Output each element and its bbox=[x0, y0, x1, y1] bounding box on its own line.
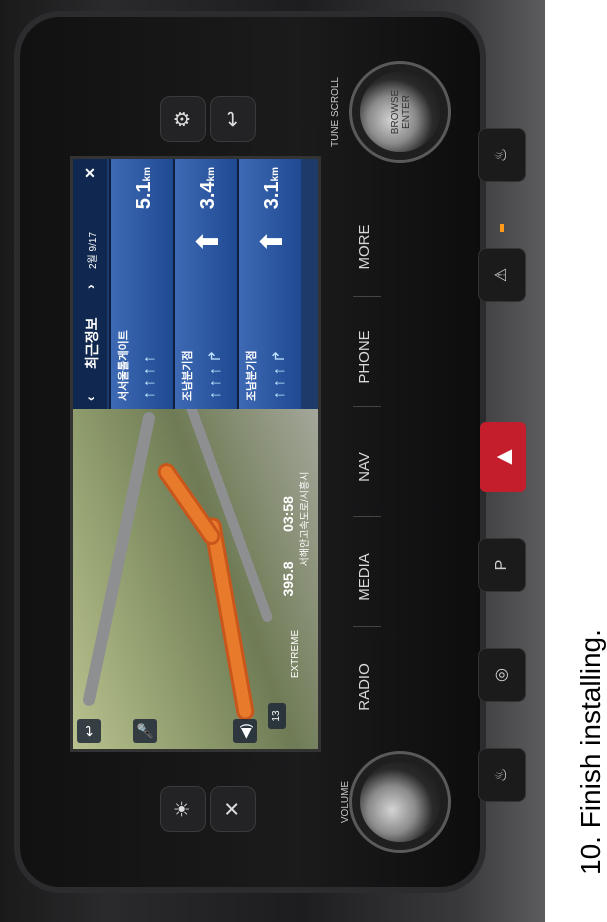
up-arrow-icon: ⬆ bbox=[192, 229, 225, 255]
volume-icon[interactable]: ◀) bbox=[233, 719, 257, 743]
nav-button[interactable]: NAV bbox=[345, 432, 385, 502]
parking-button[interactable]: P bbox=[478, 538, 526, 592]
row-distance: 3.1km bbox=[261, 167, 284, 209]
row-distance-value: 5.1 bbox=[133, 181, 155, 210]
back-arrow-icon[interactable]: ↩ bbox=[77, 719, 101, 743]
close-icon[interactable]: ✕ bbox=[82, 167, 99, 179]
remaining-distance: 395.8 bbox=[280, 561, 296, 597]
divider bbox=[353, 626, 381, 627]
row-distance: 3.4km bbox=[197, 167, 220, 209]
radio-button[interactable]: RADIO bbox=[345, 652, 385, 722]
head-unit-drawing: VOLUME TUNE SCROLL BROWSE ENTER ☀ ✕ ⚙ ↩ … bbox=[0, 0, 545, 922]
divider bbox=[353, 516, 381, 517]
mode-label: EXTREME bbox=[290, 629, 301, 679]
lane-icons: ↑↑↑↑ bbox=[141, 351, 158, 399]
head-unit-photo: VOLUME TUNE SCROLL BROWSE ENTER ☀ ✕ ⚙ ↩ … bbox=[0, 0, 545, 922]
brightness-button[interactable]: ☀ bbox=[160, 786, 206, 832]
settings-button[interactable]: ⚙ bbox=[160, 96, 206, 142]
row-distance-unit: km bbox=[142, 167, 153, 182]
route-row[interactable]: 조남분기점 ↑↑↑↱ ⬆ 3.1km bbox=[237, 159, 301, 409]
row-name: 서서울톨게이트 bbox=[118, 330, 130, 401]
next-arrow-icon[interactable]: › bbox=[82, 284, 98, 289]
mute-button[interactable]: ✕ bbox=[210, 786, 256, 832]
map-view[interactable]: 13 EXTREME 395.8 03:58 서해안고속도로/시흥시 ◀) ↩ … bbox=[73, 409, 318, 749]
tune-scroll-label: TUNE SCROLL bbox=[330, 77, 341, 148]
media-button[interactable]: MEDIA bbox=[345, 542, 385, 612]
row-name: 조남분기점 bbox=[182, 350, 194, 401]
airbag-off-button[interactable]: ⚠ bbox=[478, 248, 526, 302]
panel-title: 최근정보 bbox=[84, 317, 100, 369]
phone-button[interactable]: PHONE bbox=[345, 322, 385, 392]
seat-heat-right-button[interactable]: ♨ bbox=[478, 128, 526, 182]
divider bbox=[353, 296, 381, 297]
row-distance-unit: km bbox=[206, 167, 217, 182]
current-road-name: 서해안고속도로/시흥시 bbox=[300, 471, 311, 567]
route-info-panel: ‹ 최근정보 › 2월 9/17 ✕ 서서울톨게이트 ↑↑↑↑ 5.1km 조남… bbox=[73, 159, 318, 409]
row-distance: 5.1km bbox=[133, 167, 156, 209]
prev-arrow-icon[interactable]: ‹ bbox=[82, 396, 98, 401]
browse-enter-label: BROWSE ENTER bbox=[390, 89, 412, 135]
row-distance-value: 3.1 bbox=[261, 181, 283, 210]
volume-power-knob[interactable] bbox=[360, 762, 440, 842]
navigation-screen: 13 EXTREME 395.8 03:58 서해안고속도로/시흥시 ◀) ↩ … bbox=[70, 156, 321, 752]
divider bbox=[353, 406, 381, 407]
date-text: 2월 9/17 bbox=[88, 231, 99, 269]
up-arrow-icon: ⬆ bbox=[256, 229, 289, 255]
hazard-button[interactable]: ▲ bbox=[480, 422, 526, 492]
volume-label: VOLUME bbox=[340, 780, 351, 824]
more-button[interactable]: MORE bbox=[345, 212, 385, 282]
row-name: 조남분기점 bbox=[246, 350, 258, 401]
hardware-button-row: RADIO MEDIA NAV PHONE MORE bbox=[345, 162, 395, 722]
lane-icons: ↑↑↑↱ bbox=[207, 345, 224, 399]
map-road bbox=[81, 411, 157, 707]
seat-heat-button[interactable]: ♨ bbox=[478, 748, 526, 802]
row-distance-value: 3.4 bbox=[197, 181, 219, 210]
route-row[interactable]: 서서울톨게이트 ↑↑↑↑ 5.1km bbox=[109, 159, 173, 409]
indicator-light bbox=[500, 224, 504, 232]
row-distance-unit: km bbox=[270, 167, 281, 182]
step-caption: 10. Finish installing. bbox=[575, 629, 606, 875]
back-button[interactable]: ↩ bbox=[210, 96, 256, 142]
microphone-icon[interactable]: 🎤 bbox=[133, 719, 157, 743]
lane-icons: ↑↑↑↱ bbox=[271, 345, 288, 399]
route-row[interactable]: 조남분기점 ↑↑↑↱ ⬆ 3.4km bbox=[173, 159, 237, 409]
speed-limit-badge: 13 bbox=[268, 703, 286, 729]
panel-header: ‹ 최근정보 › 2월 9/17 ✕ bbox=[73, 159, 107, 409]
arrival-time: 03:58 bbox=[280, 496, 296, 532]
steering-heat-button[interactable]: ◎ bbox=[478, 648, 526, 702]
